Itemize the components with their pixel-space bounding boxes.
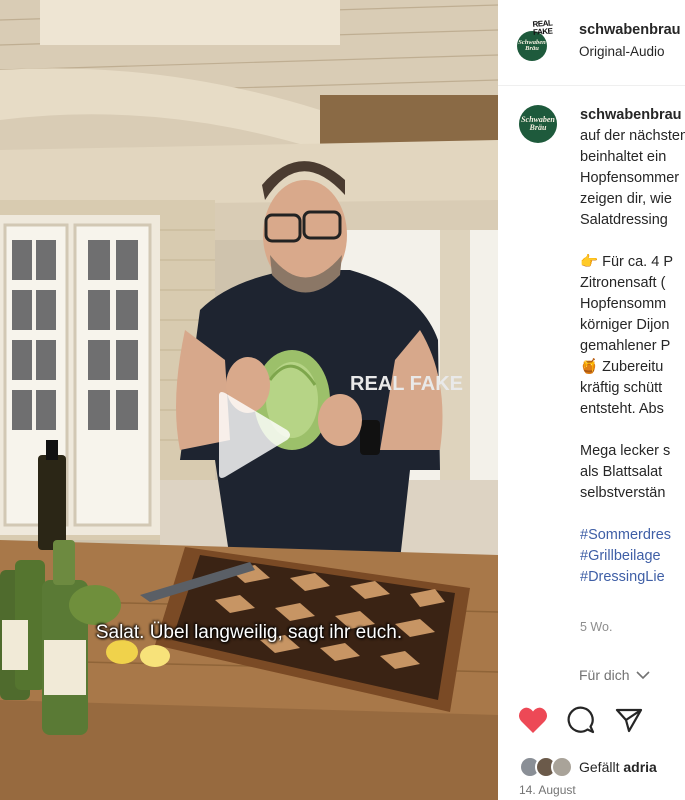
caption-line: Hopfensomm bbox=[580, 296, 667, 312]
story-badge: REAL FAKE bbox=[532, 18, 553, 37]
post-side-panel: Schwaben Bräu REAL FAKE schwabenbrau Ori… bbox=[498, 0, 685, 800]
caption-line: Hopfensommer bbox=[580, 170, 680, 186]
username-link[interactable]: schwabenbrau bbox=[579, 22, 681, 38]
caption-username[interactable]: schwabenbrau bbox=[580, 107, 682, 123]
caption-line: 👉 Für ca. 4 P bbox=[580, 254, 673, 270]
post-header: Schwaben Bräu REAL FAKE schwabenbrau Ori… bbox=[498, 0, 685, 86]
caption-line: auf der nächsten bbox=[580, 128, 685, 144]
video-subtitle: Salat. Übel langweilig, sagt ihr euch. bbox=[95, 622, 403, 643]
avatar bbox=[551, 756, 573, 778]
heart-icon bbox=[518, 707, 548, 733]
caption-line: gemahlener P bbox=[580, 338, 671, 354]
audio-link[interactable]: Original-Audio bbox=[579, 44, 665, 59]
post-date: 14. August bbox=[519, 783, 576, 797]
caption-line: zeigen dir, wie bbox=[580, 191, 672, 207]
share-icon bbox=[615, 708, 643, 733]
caption-line: 🍯 Zubereitu bbox=[580, 359, 664, 375]
caption-line: beinhaltet ein bbox=[580, 149, 667, 165]
caption-line: körniger Dijon bbox=[580, 317, 670, 333]
like-button[interactable] bbox=[518, 705, 548, 735]
reel-video[interactable]: REAL FAKE Salat. Übel langweilig, sagt i… bbox=[0, 0, 498, 800]
chevron-down-icon bbox=[636, 671, 650, 680]
play-button[interactable] bbox=[213, 390, 293, 480]
comment-button[interactable] bbox=[566, 705, 596, 735]
likes-text: Gefällt adria bbox=[579, 759, 657, 775]
likes-summary[interactable]: Gefällt adria bbox=[519, 754, 657, 780]
hashtag-link[interactable]: #DressingLie bbox=[580, 567, 685, 588]
caption-avatar[interactable]: Schwaben Bräu bbox=[519, 105, 557, 143]
caption-line: Zitronensaft ( bbox=[580, 275, 666, 291]
play-icon bbox=[219, 392, 290, 478]
post-age: 5 Wo. bbox=[580, 620, 613, 634]
caption-line: Salatdressing bbox=[580, 212, 668, 228]
hashtag-link[interactable]: #Sommerdres bbox=[580, 525, 685, 546]
caption-line: als Blattsalat bbox=[580, 464, 663, 480]
caption-line: entsteht. Abs bbox=[580, 401, 664, 417]
hashtag-link[interactable]: #Grillbeilage bbox=[580, 546, 685, 567]
for-you-toggle[interactable]: Für dich bbox=[579, 667, 650, 683]
caption-line: Mega lecker s bbox=[580, 443, 671, 459]
share-button[interactable] bbox=[614, 705, 644, 735]
post-caption: schwabenbrau auf der nächsten beinhaltet… bbox=[580, 105, 685, 588]
shirt-print: REAL FAKE bbox=[350, 373, 463, 395]
post-actions bbox=[518, 705, 644, 735]
liker-name[interactable]: adria bbox=[623, 759, 656, 775]
for-you-label: Für dich bbox=[579, 667, 630, 683]
caption-line: kräftig schütt bbox=[580, 380, 663, 396]
comment-icon bbox=[567, 706, 595, 734]
caption-line: selbstverstän bbox=[580, 485, 666, 501]
